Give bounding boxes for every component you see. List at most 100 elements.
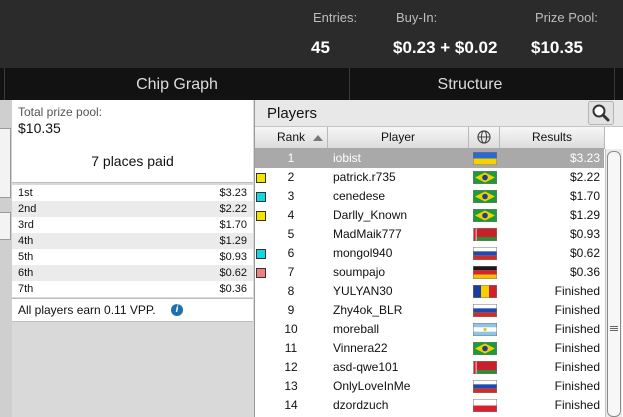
tab-structure[interactable]: Structure xyxy=(350,68,590,100)
prize-summary: Total prize pool: $10.35 7 places paid xyxy=(12,100,253,183)
player-row[interactable]: 13 OnlyLoveInMe Finished xyxy=(255,377,604,396)
payout-place: 5th xyxy=(18,251,34,263)
results-column-label: Results xyxy=(531,130,572,144)
player-name: moreball xyxy=(333,322,380,336)
player-rank: 12 xyxy=(284,360,298,374)
player-name: patrick.r735 xyxy=(333,170,396,184)
player-row[interactable]: 3 cenedese $1.70 xyxy=(255,187,604,206)
payout-place: 4th xyxy=(18,235,34,247)
player-row[interactable]: 4 Darlly_Known $1.29 xyxy=(255,206,604,225)
brazil-flag-icon xyxy=(473,190,497,203)
search-button[interactable] xyxy=(588,101,614,125)
player-note-marker[interactable] xyxy=(256,249,266,259)
payout-row: 3rd $1.70 xyxy=(12,217,253,233)
player-row[interactable]: 9 Zhy4ok_BLR Finished xyxy=(255,301,604,320)
player-rank: 9 xyxy=(287,303,295,317)
player-result: Finished xyxy=(554,284,600,298)
tab-divider xyxy=(614,68,615,100)
players-title: Players xyxy=(267,105,318,122)
payout-row: 7th $0.36 xyxy=(12,281,253,297)
poland-flag-icon xyxy=(473,399,497,412)
payout-amount: $0.36 xyxy=(219,283,247,295)
russia-flag-icon xyxy=(473,247,497,260)
buyin-label: Buy-In: xyxy=(396,10,438,25)
player-result: $0.93 xyxy=(569,227,600,241)
player-row[interactable]: 5 MadMaik777 $0.93 xyxy=(255,225,604,244)
player-rank: 5 xyxy=(287,227,295,241)
player-row[interactable]: 6 mongol940 $0.62 xyxy=(255,244,604,263)
player-result: Finished xyxy=(554,322,600,336)
belarus-flag-icon xyxy=(473,228,497,241)
player-rank: 14 xyxy=(284,398,298,412)
player-row[interactable]: 2 patrick.r735 $2.22 xyxy=(255,168,604,187)
player-note-marker[interactable] xyxy=(256,268,266,278)
country-column-header[interactable] xyxy=(469,127,500,149)
player-rank: 1 xyxy=(287,151,295,165)
payout-place: 7th xyxy=(18,283,34,295)
players-scrollbar[interactable] xyxy=(605,149,622,417)
collapsed-panel-tab[interactable] xyxy=(0,128,11,198)
scrollbar-thumb[interactable] xyxy=(607,151,621,417)
globe-icon xyxy=(477,130,491,144)
player-row[interactable]: 10 moreball Finished xyxy=(255,320,604,339)
left-panel-edge xyxy=(0,100,12,417)
rank-column-header[interactable]: Rank xyxy=(255,127,328,149)
players-panel: Players Rank Player Results 1 iobist $3.23… xyxy=(254,100,623,417)
payout-place: 2nd xyxy=(18,203,37,215)
prize-pool-value: $10.35 xyxy=(531,38,583,57)
player-result: $1.29 xyxy=(569,208,600,222)
player-note-marker[interactable] xyxy=(256,173,266,183)
payout-amount: $0.93 xyxy=(219,251,247,263)
payout-row: 1st $3.23 xyxy=(12,185,253,201)
brazil-flag-icon xyxy=(473,342,497,355)
payout-place: 6th xyxy=(18,267,34,279)
player-name: Zhy4ok_BLR xyxy=(333,303,403,317)
payout-row: 4th $1.29 xyxy=(12,233,253,249)
player-row[interactable]: 1 iobist $3.23 xyxy=(255,149,604,168)
player-result: Finished xyxy=(554,398,600,412)
prize-pool-panel: Total prize pool: $10.35 7 places paid 1… xyxy=(12,100,253,417)
player-row[interactable]: 14 dzordzuch Finished xyxy=(255,396,604,415)
player-name: Vinnera22 xyxy=(333,341,388,355)
player-row[interactable]: 12 asd-qwe101 Finished xyxy=(255,358,604,377)
payout-place: 1st xyxy=(18,187,33,199)
entries-label: Entries: xyxy=(313,10,358,25)
player-name: MadMaik777 xyxy=(333,227,402,241)
ukraine-flag-icon xyxy=(473,152,497,165)
player-note-marker[interactable] xyxy=(256,192,266,202)
player-row[interactable]: 8 YULYAN30 Finished xyxy=(255,282,604,301)
tab-chip-graph[interactable]: Chip Graph xyxy=(5,68,349,100)
player-result: $0.36 xyxy=(569,265,600,279)
info-icon[interactable]: i xyxy=(171,304,183,316)
tab-bar: Chip Graph Structure xyxy=(0,68,623,100)
vpp-text: All players earn 0.11 VPP. xyxy=(18,303,156,317)
payout-row: 5th $0.93 xyxy=(12,249,253,265)
player-note-marker[interactable] xyxy=(256,211,266,221)
player-result: Finished xyxy=(554,303,600,317)
scrollbar-grip xyxy=(610,328,618,329)
russia-flag-icon xyxy=(473,304,497,317)
places-paid-text: 7 places paid xyxy=(91,153,174,169)
player-name: iobist xyxy=(333,151,362,165)
payout-amount: $0.62 xyxy=(219,267,247,279)
player-rank: 8 xyxy=(287,284,295,298)
player-name: dzordzuch xyxy=(333,398,389,412)
player-row[interactable]: 7 soumpajo $0.36 xyxy=(255,263,604,282)
scrollbar-grip xyxy=(610,330,618,331)
collapsed-panel-tab[interactable] xyxy=(0,212,11,240)
player-name: asd-qwe101 xyxy=(333,360,399,374)
player-name: YULYAN30 xyxy=(333,284,393,298)
payout-amount: $3.23 xyxy=(219,187,247,199)
player-row[interactable]: 11 Vinnera22 Finished xyxy=(255,339,604,358)
scrollbar-grip xyxy=(610,326,618,327)
player-rank: 13 xyxy=(284,379,298,393)
vpp-note: All players earn 0.11 VPP. i xyxy=(12,298,253,322)
player-name: cenedese xyxy=(333,189,386,203)
results-column-header[interactable]: Results xyxy=(500,127,605,149)
player-column-header[interactable]: Player xyxy=(328,127,469,149)
payout-amount: $1.29 xyxy=(219,235,247,247)
player-result: $0.62 xyxy=(569,246,600,260)
brazil-flag-icon xyxy=(473,209,497,222)
player-name: mongol940 xyxy=(333,246,393,260)
payout-amount: $2.22 xyxy=(219,203,247,215)
